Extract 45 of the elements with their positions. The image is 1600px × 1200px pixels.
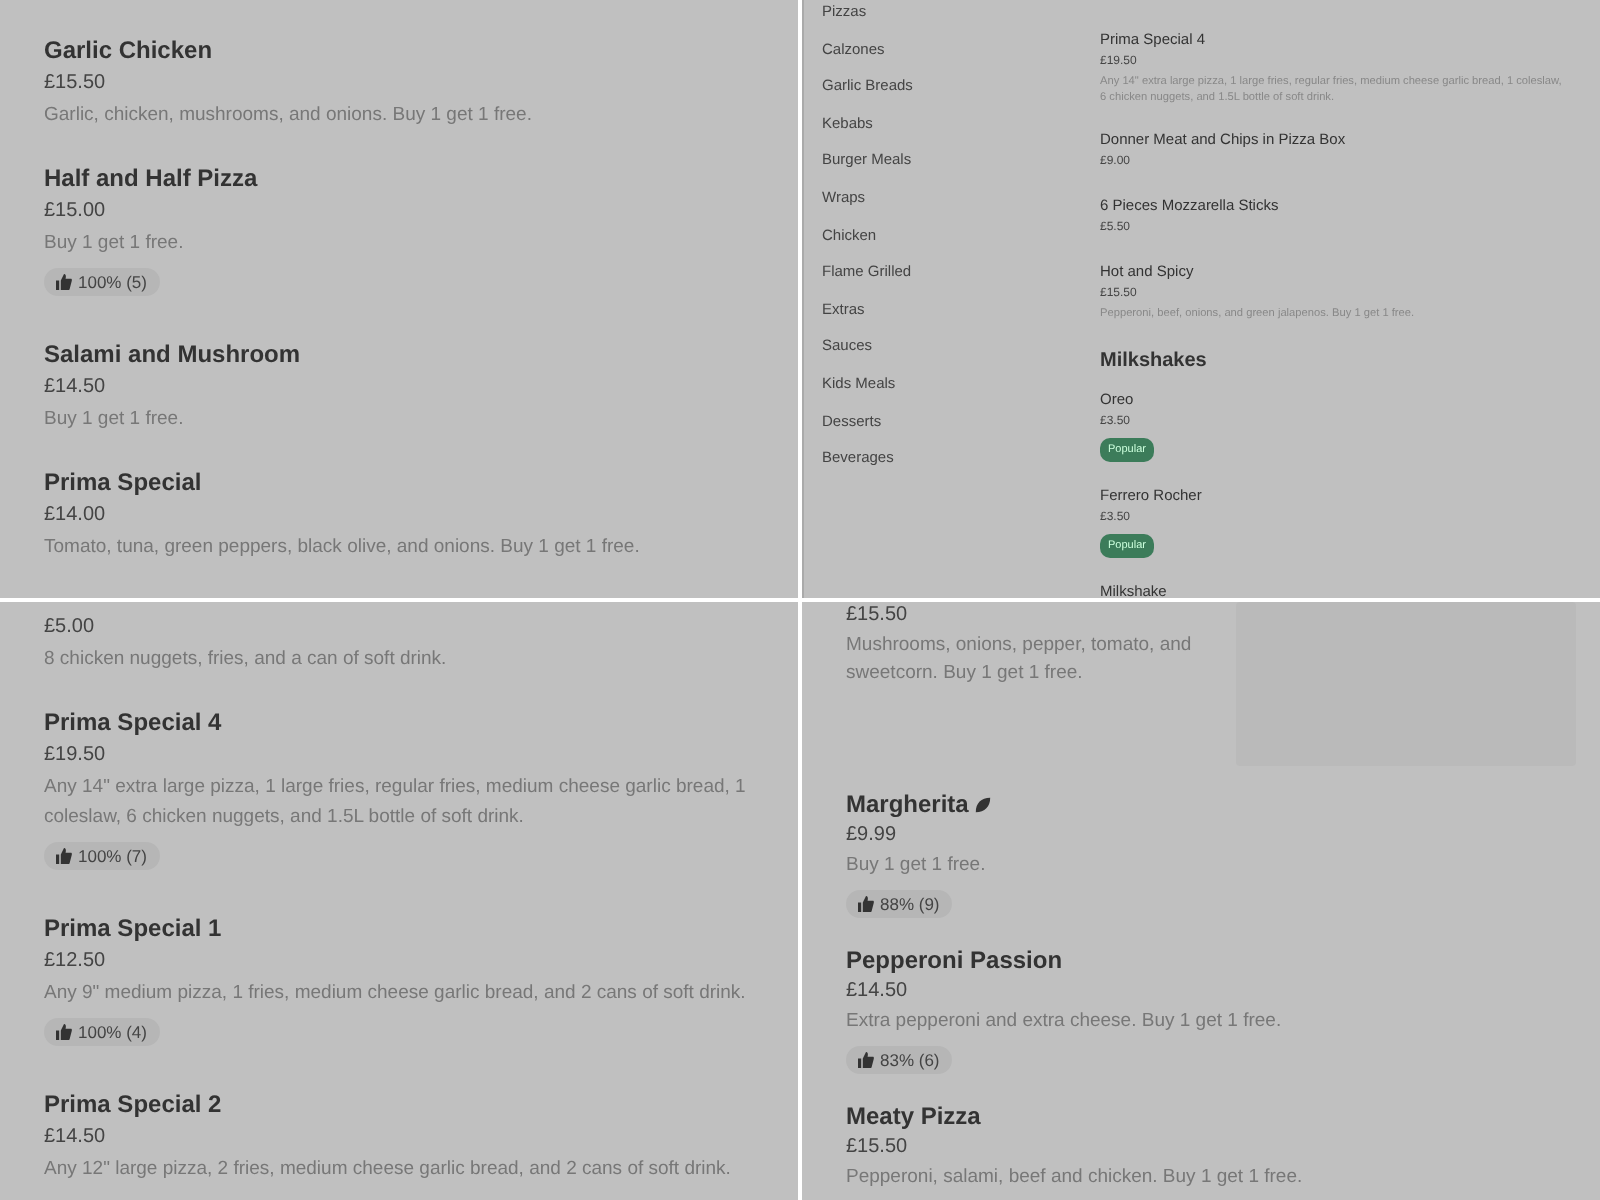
rating-text: 100% (7) [78, 843, 147, 869]
item-description: Pepperoni, salami, beef and chicken. Buy 1 get 1 free. [846, 1164, 1305, 1192]
item-name: Margherita [846, 790, 969, 818]
item-price: £15.50 [44, 70, 108, 98]
item-name: Prima Special 1 [44, 912, 224, 944]
thumbs-up-icon [56, 1024, 72, 1040]
item-name: Prima Special 2 [44, 1088, 224, 1120]
item-price: £9.99 [846, 822, 899, 850]
item-description: Garlic, chicken, mushrooms, and onions. Buy 1 get 1 free. [44, 102, 534, 130]
item-price: £12.50 [44, 948, 108, 976]
thumbs-up-icon [858, 1052, 874, 1068]
item-description: Extra pepperoni and extra cheese. Buy 1 get 1 free. [846, 1008, 1284, 1036]
item-name: Half and Half Pizza [44, 162, 260, 194]
item-name: Prima Special 4 [44, 706, 224, 738]
thumbs-up-icon [858, 896, 874, 912]
item-price: £19.50 [44, 742, 108, 770]
item-description: Mushrooms, onions, pepper, tomato, and sweetcorn. Buy 1 get 1 free. [846, 632, 1194, 688]
item-price: £15.50 [846, 602, 910, 630]
rating-text: 100% (5) [78, 269, 147, 295]
thumbs-up-icon [56, 274, 72, 290]
item-description: Any 14" extra large pizza, 1 large fries, regular fries, medium cheese garlic bread, 1 coleslaw, 6 chicken nuggets, and 1.5L bottle of soft drink. [44, 774, 748, 832]
item-name: Prima Special [44, 466, 204, 498]
item-price: £14.50 [44, 374, 108, 402]
rating-text: 100% (4) [78, 1019, 147, 1045]
item-price: £5.00 [44, 614, 97, 642]
rating-text: 88% (9) [880, 891, 940, 917]
item-name: Meaty Pizza [846, 1102, 983, 1132]
item-price: £15.50 [846, 1134, 910, 1162]
item-description: Buy 1 get 1 free. [44, 230, 186, 258]
item-name: Garlic Chicken [44, 34, 215, 66]
rating-text: 83% (6) [880, 1047, 940, 1073]
item-description: Buy 1 get 1 free. [846, 852, 988, 880]
item-price: £14.00 [44, 502, 108, 530]
item-description: Tomato, tuna, green peppers, black olive, and onions. Buy 1 get 1 free. [44, 534, 642, 562]
item-price: £14.50 [846, 978, 910, 1006]
item-description: Any 9" medium pizza, 1 fries, medium cheese garlic bread, and 2 cans of soft drink. [44, 980, 748, 1008]
item-price: £14.50 [44, 1124, 108, 1152]
thumbs-up-icon [56, 848, 72, 864]
item-name: Pepperoni Passion [846, 946, 1065, 976]
section-heading: Milkshakes [1100, 348, 1209, 376]
item-description: 8 chicken nuggets, fries, and a can of soft drink. [44, 646, 449, 674]
item-name: Salami and Mushroom [44, 338, 303, 370]
item-description: Any 12" large pizza, 2 fries, medium cheese garlic bread, and 2 cans of soft drink. [44, 1156, 733, 1184]
item-description: Buy 1 get 1 free. [44, 406, 186, 434]
item-price: £15.00 [44, 198, 108, 226]
